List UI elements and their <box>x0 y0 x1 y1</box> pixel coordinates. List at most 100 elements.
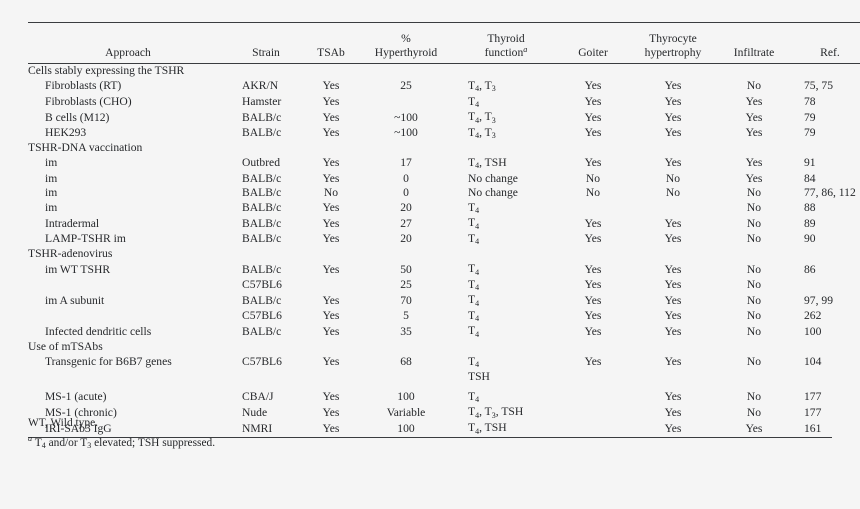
cell-goiter: Yes <box>584 216 602 230</box>
cell-percent: 27 <box>400 216 412 230</box>
cell-thyroid-function: T4 <box>468 94 480 110</box>
cell-goiter: Yes <box>584 126 602 140</box>
table-container: Approach Strain TSAb % Hyperthyroid Thyr… <box>28 22 860 438</box>
cell-tsab: Yes <box>322 355 340 369</box>
cell-goiter: Yes <box>584 293 602 307</box>
cell-tsab: Yes <box>322 171 340 185</box>
cell-strain: BALB/c <box>242 293 282 307</box>
cell-strain: AKR/N <box>242 79 279 93</box>
cell-infiltrate: Yes <box>745 421 763 435</box>
cell-empty <box>28 370 228 385</box>
cell-percent: 100 <box>397 390 415 404</box>
table-row: im BALB/c Yes 20 T4 No 88 <box>28 201 860 217</box>
cell-ref: 177 <box>804 390 822 404</box>
cell-approach: Fibroblasts (RT) <box>45 79 122 93</box>
cell-strain: BALB/c <box>242 232 282 246</box>
cell-percent: 50 <box>400 262 412 276</box>
cell-strain: NMRI <box>242 421 273 435</box>
cell-ref: 79 <box>804 126 816 140</box>
cell-infiltrate: No <box>746 216 762 230</box>
cell-strain: BALB/c <box>242 186 282 200</box>
cell-thyroid-function: T4 <box>468 293 480 308</box>
cell-thyroid-function: T4 <box>468 389 480 405</box>
cell-strain: CBA/J <box>242 390 274 404</box>
cell-empty <box>558 370 628 385</box>
cell-goiter <box>558 405 628 421</box>
cell-thyroid-function: T4, T3, TSH <box>468 405 524 420</box>
cell-strain: BALB/c <box>242 171 282 185</box>
cell-thyroid-function: T4 <box>468 231 480 247</box>
cell-ref <box>790 278 860 294</box>
column-header-thyrocyte-hypertrophy: Thyrocyte hypertrophy <box>628 23 718 64</box>
column-header-percent-hyperthyroid: % Hyperthyroid <box>358 23 454 64</box>
table-row: C57BL6 25 T4 Yes Yes No <box>28 278 860 294</box>
cell-approach: HEK293 <box>45 126 87 140</box>
cell-percent: 20 <box>400 201 412 215</box>
cell-empty <box>718 370 790 385</box>
cell-tsab: Yes <box>322 79 340 93</box>
cell-tsab: Yes <box>322 309 340 323</box>
cell-strain: Outbred <box>242 156 280 170</box>
cell-goiter: Yes <box>584 232 602 246</box>
cell-approach: im <box>45 171 58 185</box>
cell-hypertrophy: Yes <box>664 309 682 323</box>
cell-ref: 89 <box>804 216 816 230</box>
table-row: HEK293 BALB/c Yes ~100 T4, T3 Yes Yes Yes 79 <box>28 126 860 142</box>
cell-tsab: Yes <box>322 405 340 419</box>
cell-ref: 86 <box>804 262 816 276</box>
cell-hypertrophy: No <box>665 171 681 185</box>
cell-percent: Variable <box>386 405 426 419</box>
cell-tsab: Yes <box>322 390 340 404</box>
table-row: im A subunit BALB/c Yes 70 T4 Yes Yes No 97, 99 <box>28 293 860 309</box>
cell-goiter <box>558 201 628 217</box>
cell-approach: im <box>45 156 58 170</box>
cell-hypertrophy: No <box>665 186 681 200</box>
cell-strain: C57BL6 <box>242 355 282 369</box>
table-row-continuation: TSH <box>28 370 860 385</box>
column-header-approach: Approach <box>105 45 151 59</box>
cell-percent: 70 <box>400 293 412 307</box>
cell-percent: ~100 <box>394 126 418 140</box>
table-row: Infected dendritic cells BALB/c Yes 35 T4 Yes… <box>28 324 860 340</box>
cell-empty <box>790 370 860 385</box>
cell-infiltrate: No <box>746 293 762 307</box>
footnote-marker-a: a <box>523 44 528 54</box>
group-title: Use of mTSAbs <box>28 340 103 354</box>
cell-percent <box>358 95 454 111</box>
cell-infiltrate: No <box>746 309 762 323</box>
cell-infiltrate: No <box>746 232 762 246</box>
cell-hypertrophy: Yes <box>664 390 682 404</box>
cell-infiltrate: No <box>746 355 762 369</box>
cell-ref: 161 <box>804 421 822 435</box>
column-header-tsab: TSAb <box>317 45 345 59</box>
cell-hypertrophy: Yes <box>664 156 682 170</box>
column-header-function-line1: Thyroid <box>487 32 525 45</box>
cell-strain: BALB/c <box>242 201 282 215</box>
cell-percent: 17 <box>400 156 412 170</box>
cell-approach: im WT TSHR <box>45 262 111 276</box>
cell-strain: Nude <box>242 405 268 419</box>
cell-thyroid-function: T4 <box>468 200 480 216</box>
column-header-thyroid-function: Thyroid functiona <box>454 23 558 64</box>
cell-goiter: Yes <box>584 309 602 323</box>
cell-infiltrate: No <box>746 186 762 200</box>
table-row: Transgenic for B6B7 genes C57BL6 Yes 68 T4 Ye… <box>28 355 860 371</box>
column-header-percent-line2: Hyperthyroid <box>374 45 438 59</box>
cell-infiltrate: Yes <box>745 171 763 185</box>
cell-approach: im A subunit <box>45 293 105 307</box>
column-header-goiter: Goiter <box>578 45 608 59</box>
cell-strain: BALB/c <box>242 216 282 230</box>
table-row: im WT TSHR BALB/c Yes 50 T4 Yes Yes No 86 <box>28 262 860 278</box>
cell-approach: Fibroblasts (CHO) <box>45 95 132 109</box>
column-header-function-line2: function <box>484 45 524 59</box>
cell-strain: C57BL6 <box>242 309 282 323</box>
cell-thyroid-function: T4, TSH <box>468 421 507 436</box>
cell-goiter: Yes <box>584 79 602 93</box>
cell-ref: 104 <box>804 355 822 369</box>
cell-ref: 177 <box>804 405 822 419</box>
cell-tsab: Yes <box>322 201 340 215</box>
table-body: Cells stably expressing the TSHR Fibrobla… <box>28 64 860 437</box>
cell-tsab: Yes <box>322 262 340 276</box>
cell-infiltrate: No <box>746 79 762 93</box>
cell-ref: 84 <box>804 171 816 185</box>
